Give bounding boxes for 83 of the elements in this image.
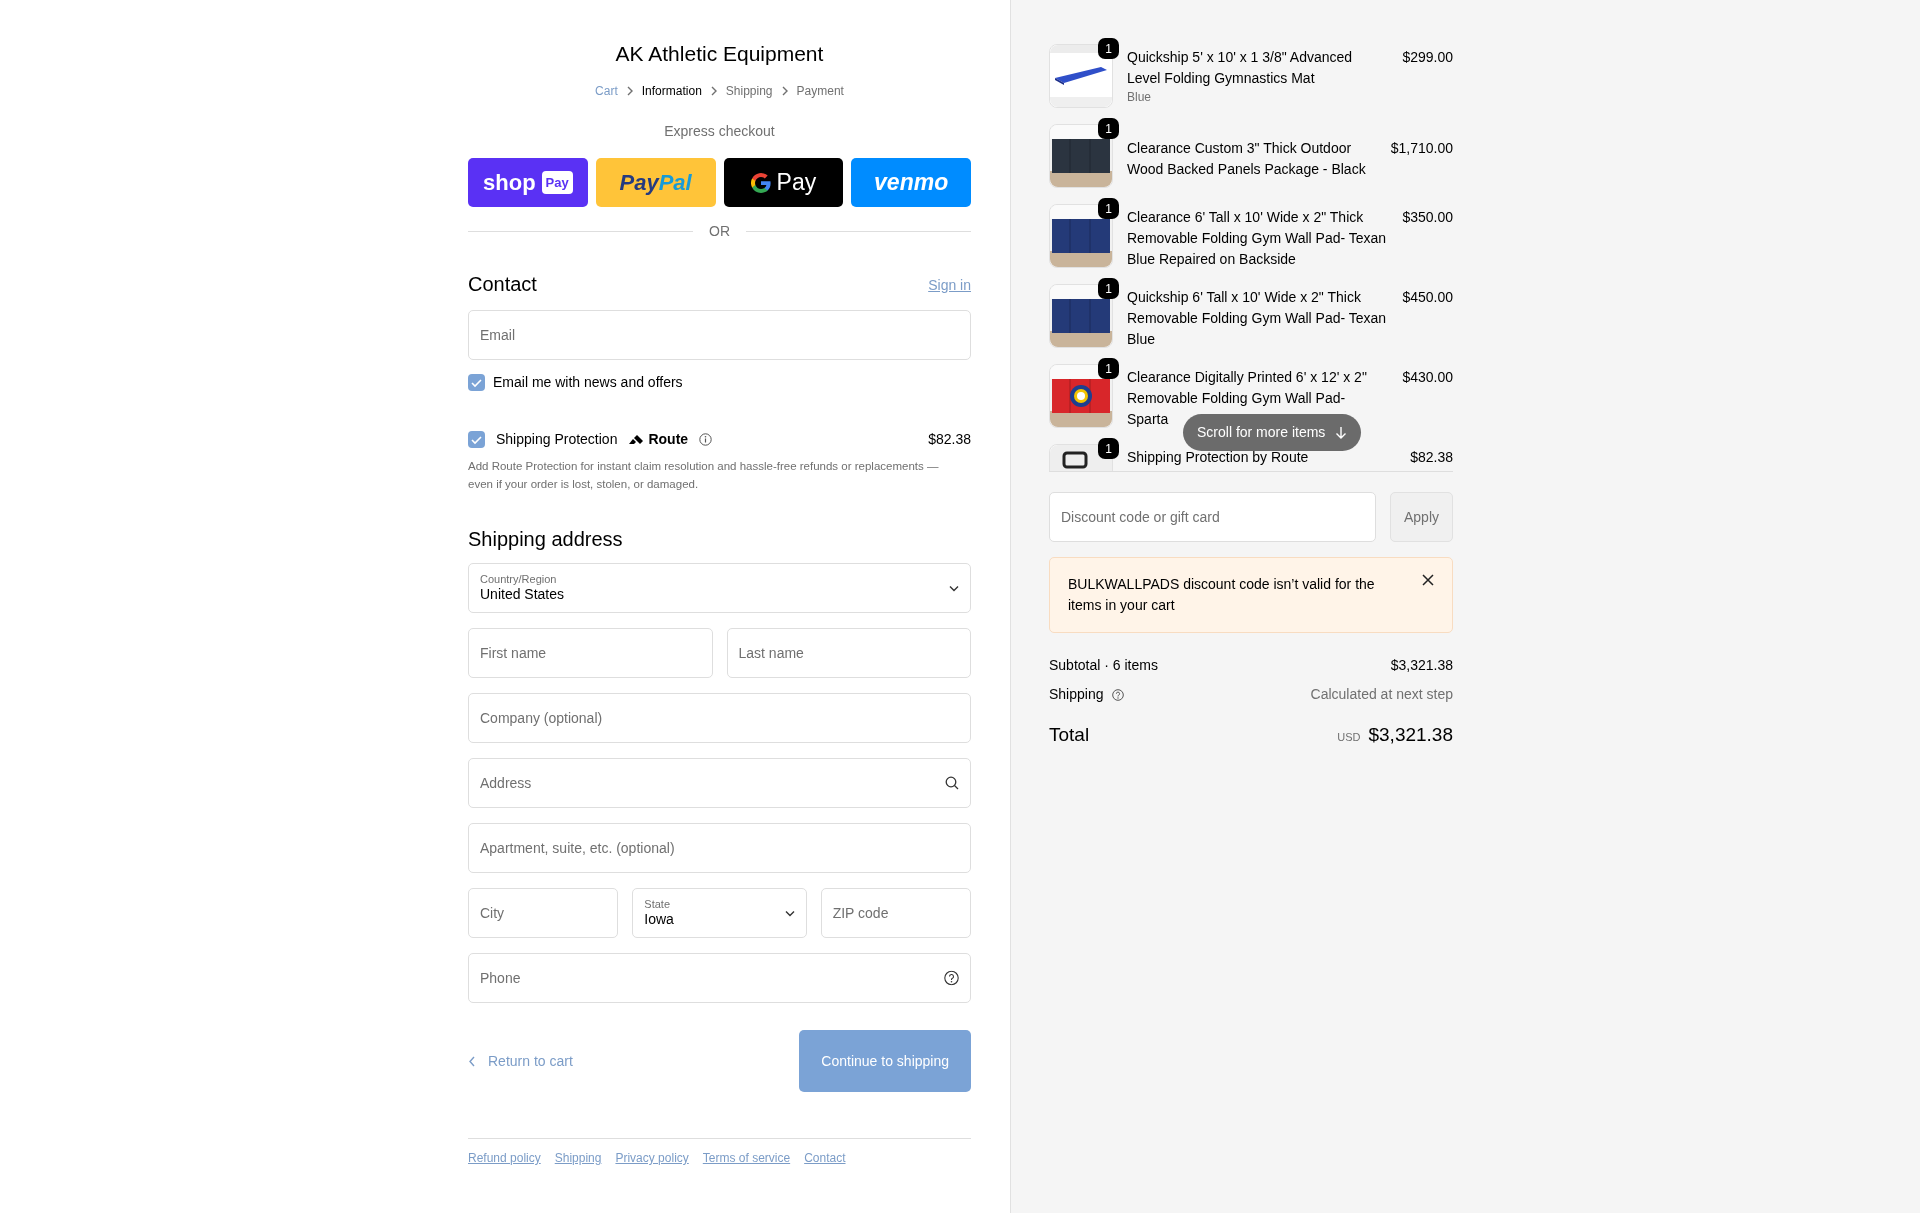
chevron-down-icon (784, 909, 795, 917)
apply-button[interactable]: Apply (1390, 492, 1453, 542)
input-field[interactable]: Apartment, suite, etc. (optional) (468, 823, 971, 873)
check-icon (471, 434, 482, 445)
footer-link[interactable]: Terms of service (702, 1149, 791, 1167)
breadcrumb-link[interactable]: Cart (595, 82, 618, 100)
select-field[interactable]: Country/Region United States (468, 563, 971, 613)
chevron-left-icon (468, 1055, 476, 1067)
close-button[interactable] (1422, 574, 1434, 586)
express-checkout-label: Express checkout (663, 122, 776, 141)
subtotal-label: Subtotal · 6 items (1049, 656, 1158, 675)
brand-name: Route (648, 430, 689, 449)
sign-in-link[interactable]: Sign in (928, 275, 971, 296)
email-field[interactable]: Email (468, 310, 971, 360)
chevron-icon (780, 86, 789, 96)
help-icon (944, 970, 959, 986)
paypal-button[interactable]: PayPal (595, 158, 716, 207)
breadcrumb-step[interactable]: Information (641, 82, 702, 100)
address-field[interactable]: Address (468, 758, 971, 808)
product-price: $82.38 (1410, 448, 1453, 467)
breadcrumb-step[interactable]: Shipping (725, 82, 773, 100)
quantity-badge: 1 (1098, 38, 1119, 59)
shipping-label: Shipping (1049, 685, 1104, 704)
chevron-down-icon (949, 584, 959, 592)
total-label: Total (1049, 723, 1090, 747)
product-title: Clearance 6' Tall x 10' Wide x 2" Thick Removable Folding Gym Wall Pad- Texan Blue Repaired on Backside (1127, 208, 1388, 269)
quantity-badge: 1 (1098, 358, 1119, 379)
product-price: $350.00 (1402, 208, 1453, 227)
scroll-hint-button[interactable]: Scroll for more items (1183, 414, 1362, 451)
subtotal-value: $3,321.38 (1390, 656, 1453, 675)
product-title: Shipping Protection by Route (1127, 448, 1310, 467)
input-field[interactable]: First name (468, 628, 713, 678)
footer-link[interactable]: Refund policy (468, 1149, 541, 1167)
shipping-value: Calculated at next step (1310, 685, 1453, 704)
checkbox[interactable] (468, 431, 485, 448)
google-pay-button[interactable]: Pay (723, 158, 844, 207)
product-title: Quickship 6' Tall x 10' Wide x 2" Thick Removable Folding Gym Wall Pad- Texan Blue (1127, 288, 1388, 349)
store-name: AK Athletic Equipment (614, 41, 825, 66)
product-price: $1,710.00 (1390, 139, 1453, 158)
select-field[interactable]: State Iowa (632, 888, 807, 938)
checkbox-label: Email me with news and offers (493, 373, 683, 392)
discount-field[interactable]: Discount code or gift card (1049, 492, 1376, 542)
google-g-icon (750, 172, 771, 193)
price: $82.38 (928, 430, 971, 449)
product-price: $450.00 (1402, 288, 1453, 307)
footer-link[interactable]: Shipping (554, 1149, 602, 1167)
quantity-badge: 1 (1098, 438, 1119, 459)
input-field[interactable]: Last name (726, 628, 971, 678)
product-price: $299.00 (1402, 48, 1453, 67)
currency-code: USD (1337, 730, 1361, 745)
breadcrumb-step[interactable]: Payment (796, 82, 844, 100)
alert-message: BULKWALLPADS discount code isn’t valid for the items in your cart (1068, 575, 1376, 615)
section-heading: Contact (468, 272, 537, 296)
shop-pay-button[interactable]: shop Pay (468, 158, 588, 207)
section-heading: Shipping address (468, 527, 624, 551)
chevron-icon (625, 86, 634, 96)
arrow-down-icon (1335, 426, 1348, 439)
chevron-icon (709, 86, 718, 96)
input-field[interactable]: ZIP code (820, 888, 971, 938)
divider-label: OR (709, 222, 730, 241)
product-title: Clearance Custom 3" Thick Outdoor Wood Backed Panels Package - Black (1127, 139, 1367, 179)
help-icon (1111, 688, 1124, 701)
product-title: Quickship 5' x 10' x 1 3/8" Advanced Level Folding Gymnastics Mat (1127, 48, 1354, 88)
check-icon (471, 377, 482, 388)
checkbox-label: Shipping Protection (496, 430, 618, 449)
total-value: $3,321.38 (1368, 723, 1453, 747)
quantity-badge: 1 (1098, 198, 1119, 219)
search-icon (945, 776, 959, 790)
checkbox[interactable] (468, 374, 485, 391)
route-logo-icon (628, 434, 645, 445)
quantity-badge: 1 (1098, 118, 1119, 139)
footer-link[interactable]: Privacy policy (615, 1149, 689, 1167)
quantity-badge: 1 (1098, 278, 1119, 299)
input-field[interactable]: Company (optional) (468, 693, 971, 743)
phone-field[interactable]: Phone (468, 953, 971, 1003)
footer-link[interactable]: Contact (804, 1149, 846, 1167)
input-field[interactable]: City (468, 888, 619, 938)
product-variant: Blue (1127, 89, 1153, 106)
return-to-cart-link[interactable]: Return to cart (468, 1050, 573, 1072)
product-price: $430.00 (1402, 368, 1453, 387)
info-icon (699, 433, 713, 446)
venmo-button[interactable]: venmo (851, 158, 971, 207)
description-text: Add Route Protection for instant claim resolution and hassle-free refunds or replacements — even if your order is lost, stolen, or damaged. (468, 459, 940, 492)
